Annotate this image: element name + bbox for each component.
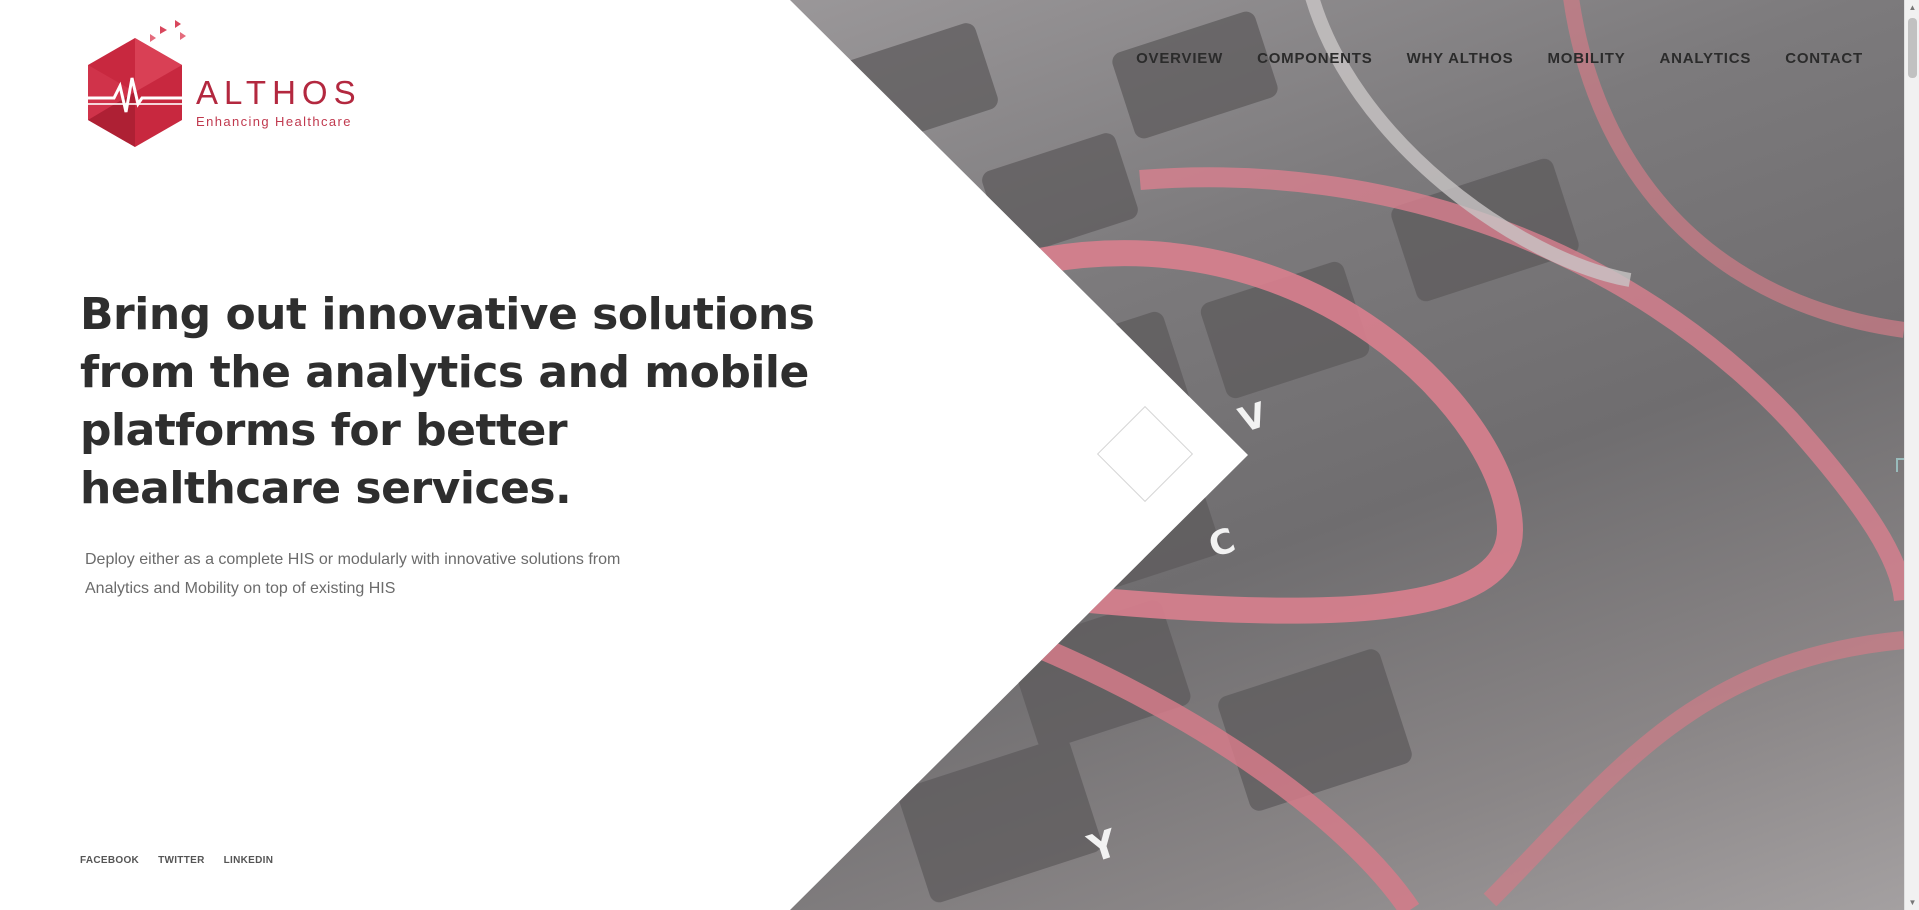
svg-text:V: V [1234, 395, 1272, 441]
hero-subtitle-line-1: Deploy either as a complete HIS or modul… [85, 551, 621, 568]
nav-item-contact[interactable]: CONTACT [1785, 50, 1863, 67]
svg-text:Y: Y [1082, 821, 1123, 872]
diamond-decoration [1096, 405, 1194, 503]
social-link-twitter[interactable]: TWITTER [158, 855, 205, 866]
page-scrollbar[interactable]: ▲ ▼ [1904, 0, 1919, 910]
brand-tagline: Enhancing Healthcare [196, 113, 352, 129]
scroll-up-arrow-icon[interactable]: ▲ [1905, 0, 1919, 15]
hero-subtitle-line-2: Analytics and Mobility on top of existin… [85, 580, 396, 597]
social-link-facebook[interactable]: FACEBOOK [80, 855, 139, 866]
nav-item-overview[interactable]: OVERVIEW [1136, 50, 1223, 67]
heartbeat-hexagon-icon [88, 20, 186, 147]
svg-text:C: C [1204, 520, 1240, 566]
main-nav: OVERVIEW COMPONENTS WHY ALTHOS MOBILITY … [1136, 50, 1863, 67]
hero-title: Bring out innovative solutions from the … [80, 289, 815, 514]
social-link-linkedin[interactable]: LINKEDIN [224, 855, 274, 866]
brand-name: ALTHOS [196, 73, 362, 111]
scrollbar-thumb[interactable] [1908, 18, 1917, 78]
broken-image-icon [1896, 458, 1904, 472]
stethoscope-keyboard-image: V C Y [790, 0, 1904, 910]
hero-subtitle: Deploy either as a complete HIS or modul… [85, 545, 685, 603]
nav-item-components[interactable]: COMPONENTS [1257, 50, 1373, 67]
site-logo[interactable]: ALTHOS Enhancing Healthcare [80, 20, 362, 160]
hero-image: V C Y [790, 0, 1904, 910]
social-links: FACEBOOK TWITTER LINKEDIN [80, 855, 273, 866]
nav-item-why-althos[interactable]: WHY ALTHOS [1407, 50, 1514, 67]
scroll-down-arrow-icon[interactable]: ▼ [1905, 895, 1919, 910]
nav-item-mobility[interactable]: MOBILITY [1547, 50, 1625, 67]
nav-item-analytics[interactable]: ANALYTICS [1660, 50, 1752, 67]
